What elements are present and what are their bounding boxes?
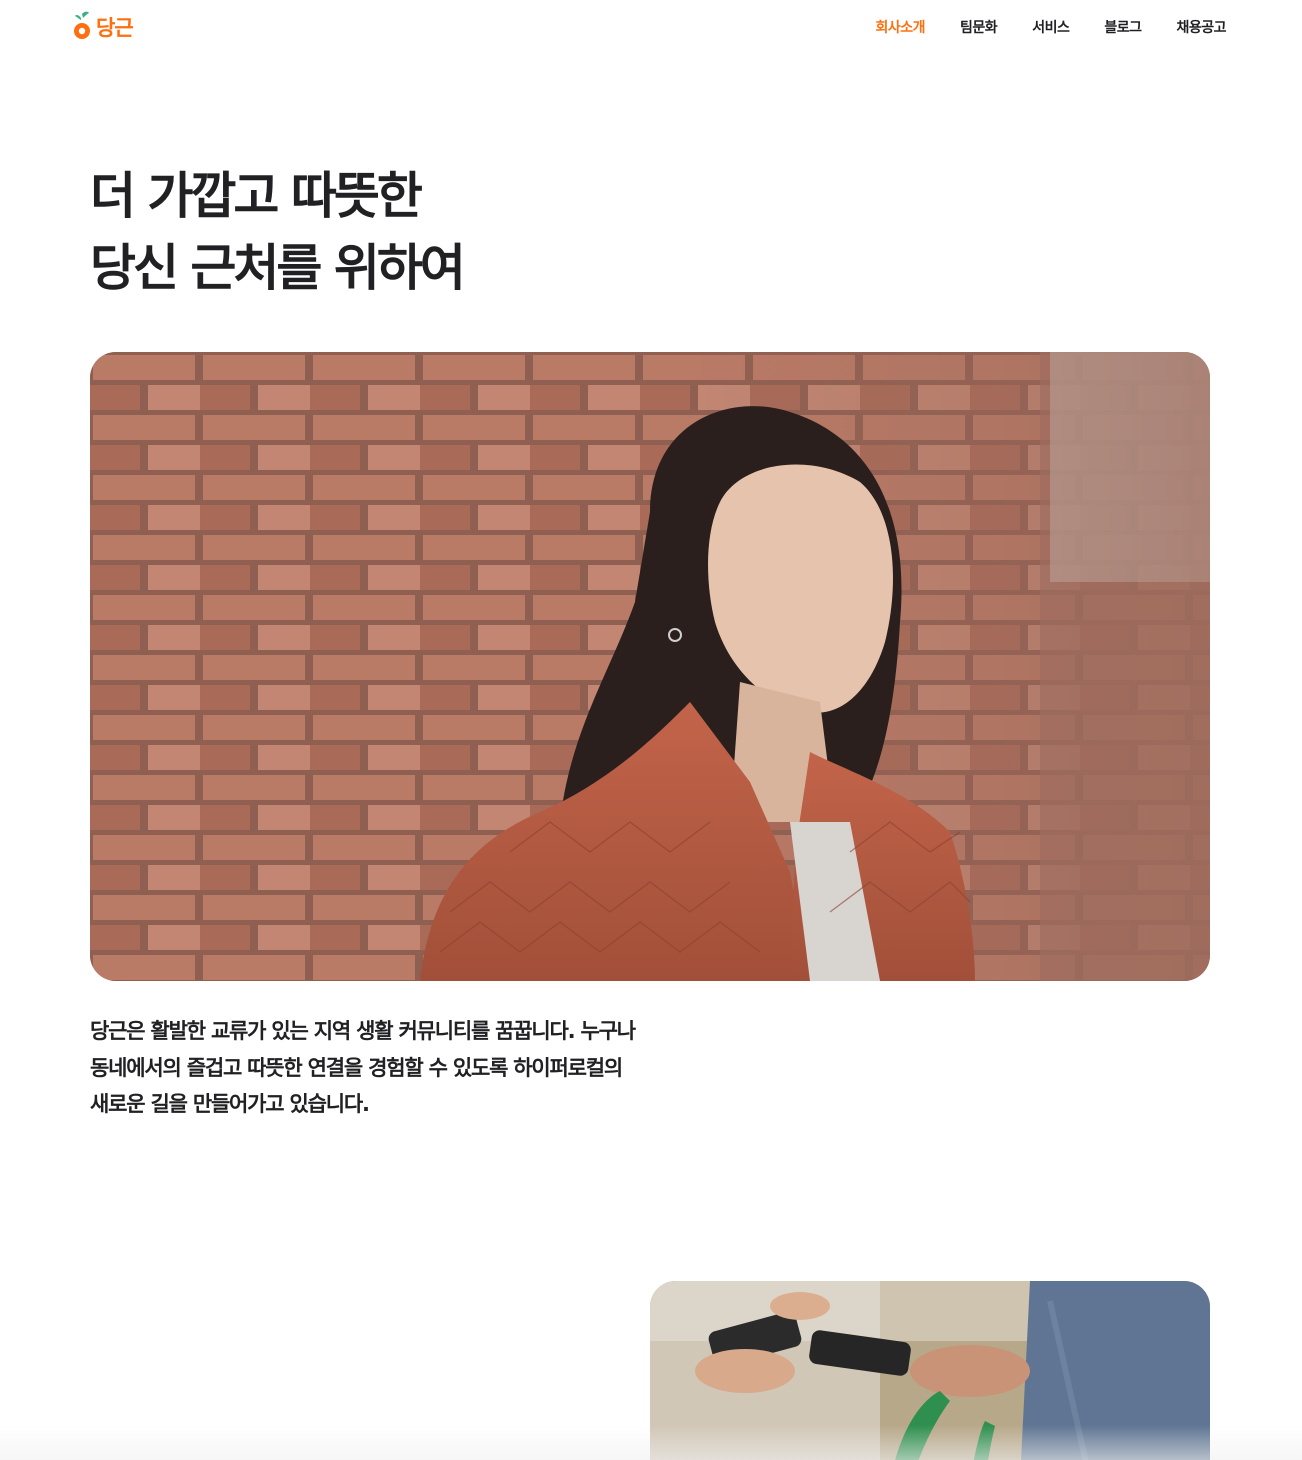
site-header: 당근 회사소개 팀문화 서비스 블로그 채용공고 bbox=[0, 0, 1302, 56]
secondary-photo bbox=[650, 1281, 1210, 1460]
logo-text: 당근 bbox=[96, 16, 134, 40]
page-title-line-1: 더 가깝고 따뜻한 bbox=[90, 167, 423, 225]
carrot-icon bbox=[74, 11, 90, 39]
nav-item-company[interactable]: 회사소개 bbox=[876, 17, 926, 37]
main-nav: 회사소개 팀문화 서비스 블로그 채용공고 bbox=[876, 17, 1227, 37]
intro-line-1: 당근은 활발한 교류가 있는 지역 생활 커뮤니티를 꿈꿉니다. 누구나 bbox=[90, 1019, 636, 1043]
intro-text: 당근은 활발한 교류가 있는 지역 생활 커뮤니티를 꿈꿉니다. 누구나 동네에… bbox=[90, 1013, 730, 1123]
hero-photo bbox=[90, 352, 1210, 981]
secondary-photo-illustration bbox=[650, 1281, 1210, 1460]
nav-item-services[interactable]: 서비스 bbox=[1032, 17, 1070, 37]
intro-line-2: 동네에서의 즐겁고 따뜻한 연결을 경험할 수 있도록 하이퍼로컬의 bbox=[90, 1055, 623, 1080]
page-title: 더 가깝고 따뜻한 당신 근처를 위하여 bbox=[90, 160, 466, 304]
logo[interactable]: 당근 bbox=[72, 10, 134, 44]
intro-line-3: 새로운 길을 만들어가고 있습니다. bbox=[90, 1092, 370, 1116]
nav-item-team-culture[interactable]: 팀문화 bbox=[960, 17, 998, 37]
page-title-line-2: 당신 근처를 위하여 bbox=[90, 239, 466, 297]
page: 당근 회사소개 팀문화 서비스 블로그 채용공고 더 가깝고 따뜻한 당신 근처… bbox=[0, 0, 1302, 1460]
hero-photo-illustration bbox=[90, 352, 1210, 981]
nav-item-careers[interactable]: 채용공고 bbox=[1176, 17, 1226, 37]
nav-item-blog[interactable]: 블로그 bbox=[1104, 17, 1142, 37]
